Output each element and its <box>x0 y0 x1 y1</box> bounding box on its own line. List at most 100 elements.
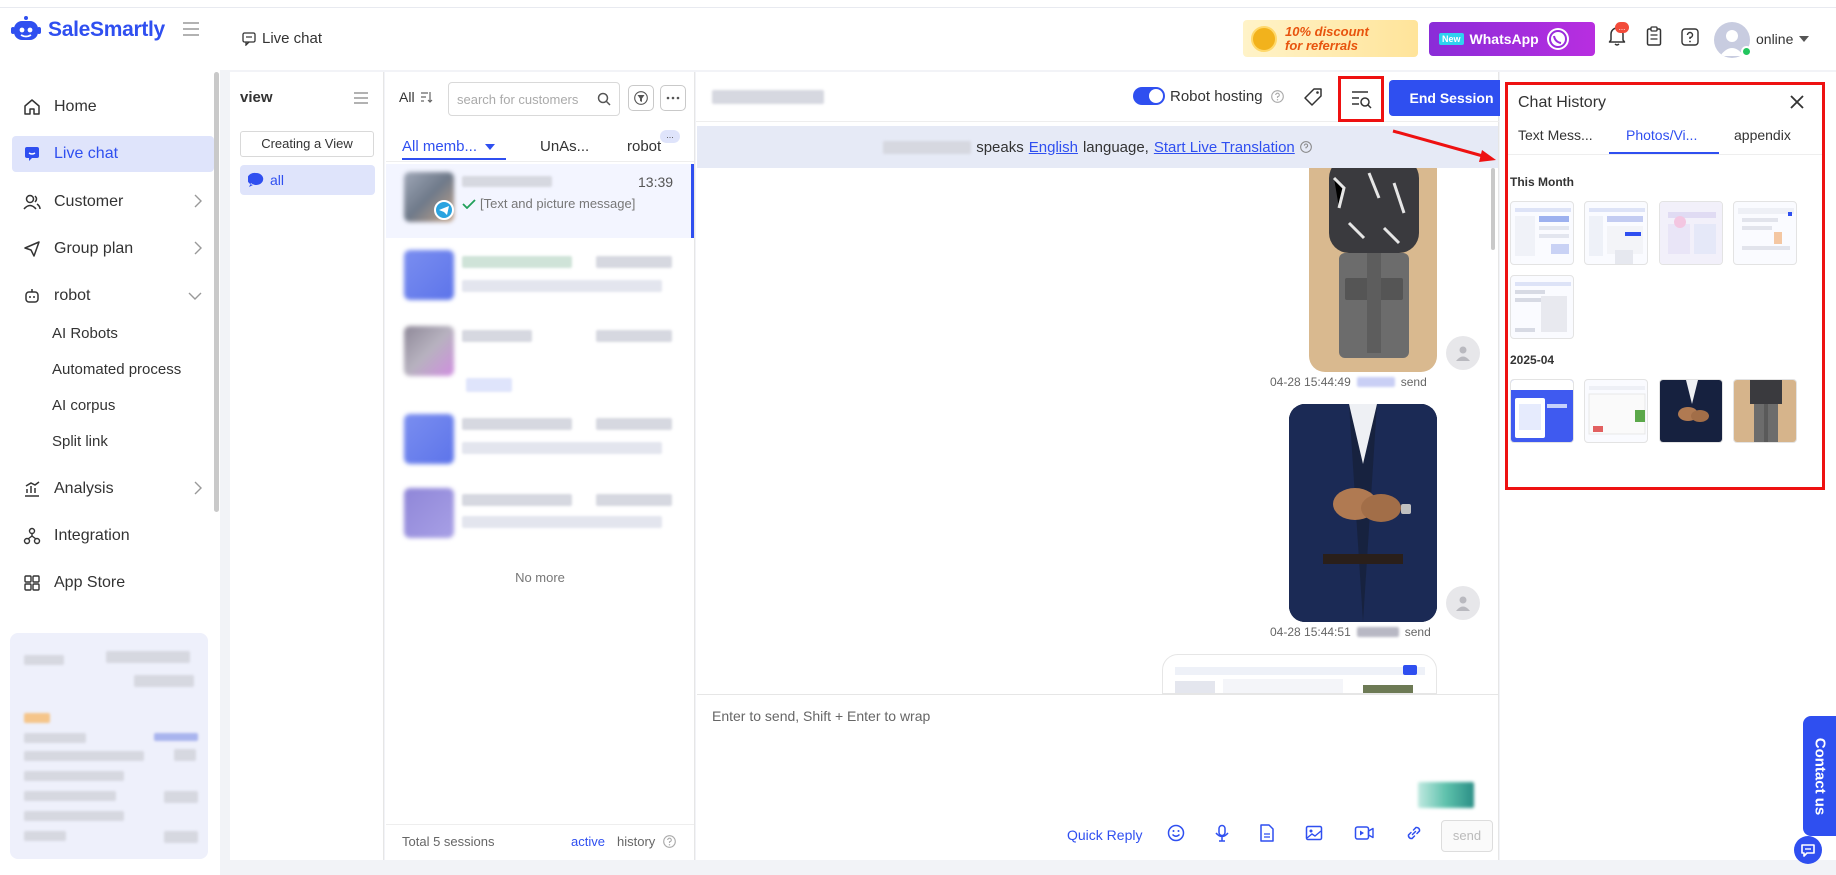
robot-logo-icon <box>11 16 41 40</box>
nav-label: Customer <box>54 193 124 210</box>
view-item-all[interactable]: all <box>240 165 375 195</box>
end-session-button[interactable]: End Session <box>1389 80 1514 116</box>
history-filter-link[interactable]: history <box>617 834 655 849</box>
status-dropdown[interactable]: online <box>1756 31 1810 47</box>
nav-item-live-chat[interactable]: Live chat <box>12 136 214 172</box>
whatsapp-promo-banner[interactable]: New WhatsApp <box>1429 22 1595 56</box>
coin-icon <box>1251 25 1277 52</box>
list-item-redacted <box>596 494 672 506</box>
tab-appendix[interactable]: appendix <box>1734 127 1791 143</box>
agent-name-redacted <box>1356 627 1399 637</box>
message-image[interactable] <box>1162 654 1437 694</box>
message-image[interactable] <box>1309 168 1437 372</box>
contact-us-tab[interactable]: Contact us <box>1803 716 1836 836</box>
attachment-link-icon[interactable] <box>1405 824 1423 842</box>
lang-language-text: language, <box>1082 138 1149 156</box>
chevron-right-icon <box>194 481 202 495</box>
chat-scrollbar[interactable] <box>1491 168 1495 250</box>
lang-speaks-text: speaks <box>976 138 1024 156</box>
support-chat-icon[interactable] <box>1794 836 1822 864</box>
history-thumbnail[interactable] <box>1510 379 1574 443</box>
file-icon[interactable] <box>1259 824 1275 842</box>
history-thumbnail[interactable] <box>1584 379 1648 443</box>
list-item-redacted <box>462 418 572 430</box>
more-icon <box>666 96 680 100</box>
nav-item-integration[interactable]: Integration <box>12 518 214 554</box>
agent-avatar <box>1446 586 1480 620</box>
help-icon[interactable] <box>1271 90 1284 103</box>
contact-us-label: Contact us <box>1811 737 1829 815</box>
filter-all-label: All <box>399 89 415 105</box>
chevron-right-icon <box>194 241 202 255</box>
section-this-month: This Month <box>1510 175 1574 189</box>
microphone-icon[interactable] <box>1213 824 1231 842</box>
nav-sub-split-link[interactable]: Split link <box>52 433 108 450</box>
tab-robot[interactable]: robot <box>627 138 661 155</box>
referral-promo-banner[interactable]: 10% discount for referrals <box>1243 20 1418 57</box>
emoji-icon[interactable] <box>1167 824 1185 842</box>
filter-button[interactable] <box>628 85 654 111</box>
history-thumbnail[interactable] <box>1733 379 1797 443</box>
customer-avatar <box>404 326 454 376</box>
history-thumbnail[interactable] <box>1659 379 1723 443</box>
nav-item-customer[interactable]: Customer <box>12 184 214 220</box>
agent-avatar <box>1446 336 1480 370</box>
nav-sub-ai-robots[interactable]: AI Robots <box>52 325 118 342</box>
nav-item-group-plan[interactable]: Group plan <box>12 231 214 267</box>
customer-search-input[interactable]: search for customers <box>448 82 620 116</box>
clipboard-icon[interactable] <box>1646 26 1662 46</box>
tab-all-members[interactable]: All memb... <box>402 138 496 155</box>
help-icon[interactable] <box>1681 28 1699 46</box>
detected-language-link[interactable]: English <box>1029 139 1078 156</box>
conversation-preview: [Text and picture message] <box>462 196 635 211</box>
nav-label: robot <box>54 287 91 304</box>
close-icon[interactable] <box>1789 94 1805 110</box>
tag-icon[interactable] <box>1303 87 1323 107</box>
history-thumbnail[interactable] <box>1510 201 1574 265</box>
help-icon[interactable] <box>663 835 676 848</box>
menu-icon[interactable] <box>353 92 369 104</box>
nav-item-robot[interactable]: robot <box>12 278 214 314</box>
image-icon[interactable] <box>1305 824 1323 842</box>
sidebar-scrollbar[interactable] <box>214 72 219 512</box>
grid-icon <box>22 573 42 593</box>
nav-item-app-store[interactable]: App Store <box>12 565 214 601</box>
chat-history-button[interactable] <box>1338 76 1384 122</box>
video-icon[interactable] <box>1354 824 1374 842</box>
history-thumbnail[interactable] <box>1659 201 1723 265</box>
message-input-placeholder: Enter to send, Shift + Enter to wrap <box>712 708 931 724</box>
whatsapp-promo-text: WhatsApp <box>1469 31 1539 47</box>
history-thumbnail[interactable] <box>1584 201 1648 265</box>
message-meta: 04-28 15:44:51 send <box>1270 625 1431 639</box>
tab-unassigned[interactable]: UnAs... <box>540 138 589 155</box>
history-thumbnail[interactable] <box>1510 275 1574 339</box>
filter-all-dropdown[interactable]: All <box>399 89 433 105</box>
menu-toggle-icon[interactable] <box>182 22 200 36</box>
nav-sub-automated-process[interactable]: Automated process <box>52 361 181 378</box>
sort-icon <box>420 92 432 103</box>
robot-hosting-toggle[interactable] <box>1133 87 1165 105</box>
chat-icon <box>22 144 42 164</box>
start-live-translation-link[interactable]: Start Live Translation <box>1154 139 1295 156</box>
message-image[interactable] <box>1289 404 1437 622</box>
translation-widget-redacted <box>1418 782 1474 808</box>
send-button[interactable]: send <box>1441 820 1493 852</box>
help-icon[interactable] <box>1299 141 1312 153</box>
tab-label: All memb... <box>402 138 478 155</box>
nav-item-analysis[interactable]: Analysis <box>12 471 214 507</box>
list-item-redacted <box>462 256 572 268</box>
nav-sub-ai-corpus[interactable]: AI corpus <box>52 397 115 414</box>
quick-reply-button[interactable]: Quick Reply <box>1067 827 1142 843</box>
active-filter-link[interactable]: active <box>571 834 605 849</box>
history-thumbnail[interactable] <box>1733 201 1797 265</box>
tab-text-messages[interactable]: Text Mess... <box>1518 127 1593 143</box>
list-item-redacted <box>596 418 672 430</box>
tab-photos-videos[interactable]: Photos/Vi... <box>1626 127 1697 143</box>
nav-label: Analysis <box>54 480 114 497</box>
nav-item-home[interactable]: Home <box>12 89 214 125</box>
logo[interactable]: SaleSmartly <box>10 14 165 46</box>
create-view-button[interactable]: Creating a View <box>240 131 374 157</box>
more-options-button[interactable] <box>660 85 686 111</box>
home-icon <box>22 97 42 117</box>
search-icon[interactable] <box>597 92 611 106</box>
